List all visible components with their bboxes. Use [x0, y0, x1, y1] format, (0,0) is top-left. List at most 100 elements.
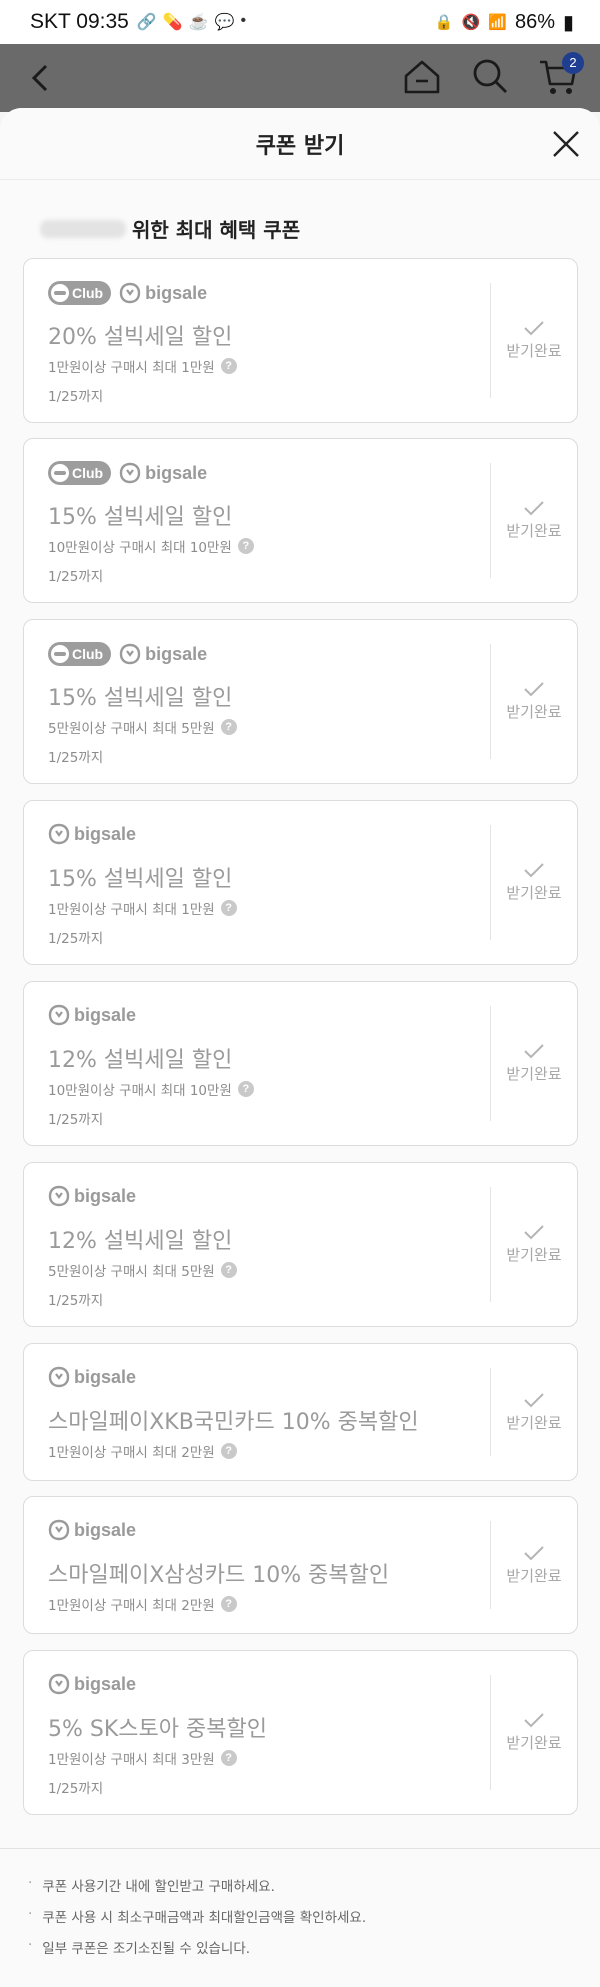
coupon-badges: bigsale: [48, 1185, 136, 1207]
coupon-download-area[interactable]: 받기완료: [491, 1651, 577, 1814]
modal-header: 쿠폰 받기: [0, 108, 600, 180]
question-icon[interactable]: ?: [220, 719, 237, 735]
coupon-info: Club bigsale 15% 설빅세일 할인 5만원이상 구매시 최대 5만…: [24, 620, 487, 783]
coupon-status: 받기완료: [506, 1246, 562, 1264]
coupon-modal: 쿠폰 받기 위한 최대 혜택 쿠폰 Club bigsale 20% 설빅세일 …: [0, 108, 600, 1987]
coupon-status: 받기완료: [506, 342, 562, 360]
coupon-badges: bigsale: [48, 1519, 136, 1541]
coupon-card[interactable]: Club bigsale 20% 설빅세일 할인 1만원이상 구매시 최대 1만…: [23, 258, 578, 423]
coupon-condition: 10만원이상 구매시 최대 10만원 ?: [48, 1079, 254, 1099]
coupon-card[interactable]: bigsale 12% 설빅세일 할인 10만원이상 구매시 최대 10만원 ?…: [23, 981, 578, 1146]
section-title: 위한 최대 혜택 쿠폰: [40, 214, 300, 243]
check-icon: [524, 1225, 544, 1240]
coupon-card[interactable]: bigsale 12% 설빅세일 할인 5만원이상 구매시 최대 5만원 ? 1…: [23, 1162, 578, 1327]
notification-icons: 🔗 💊 ☕ 💬 •: [137, 12, 246, 32]
coupon-card[interactable]: bigsale 5% SK스토아 중복할인 1만원이상 구매시 최대 3만원 ?…: [23, 1650, 578, 1815]
search-icon[interactable]: [468, 54, 512, 98]
bigsale-logo-icon: [48, 1185, 70, 1207]
club-badge: Club: [48, 461, 112, 485]
coupon-condition: 1만원이상 구매시 최대 3만원 ?: [48, 1748, 237, 1768]
signal-icon: 📶: [488, 14, 507, 31]
coupon-download-area[interactable]: 받기완료: [491, 982, 577, 1145]
coupon-condition: 1만원이상 구매시 최대 1만원 ?: [48, 898, 237, 918]
coupon-status: 받기완료: [506, 1734, 562, 1752]
coupon-info: Club bigsale 15% 설빅세일 할인 10만원이상 구매시 최대 1…: [24, 439, 487, 602]
coupon-badges: bigsale: [48, 1004, 136, 1026]
club-badge: Club: [48, 642, 112, 666]
bigsale-logo-icon: [119, 462, 141, 484]
cart-button[interactable]: 2: [536, 52, 584, 98]
coupon-expiry: 1/25까지: [48, 569, 104, 585]
coupon-info: bigsale 12% 설빅세일 할인 10만원이상 구매시 최대 10만원 ?…: [24, 982, 487, 1145]
coupon-condition: 1만원이상 구매시 최대 2만원 ?: [48, 1441, 237, 1461]
question-icon[interactable]: ?: [237, 538, 254, 554]
blurred-user-name: [40, 219, 126, 238]
check-icon: [524, 1392, 544, 1407]
club-badge: Club: [48, 281, 112, 305]
club-logo-icon: [51, 645, 69, 663]
coupon-title: 20% 설빅세일 할인: [48, 325, 233, 350]
bigsale-badge: bigsale: [119, 282, 207, 304]
bigsale-logo-icon: [48, 1519, 70, 1541]
check-icon: [524, 501, 544, 516]
coupon-card[interactable]: bigsale 15% 설빅세일 할인 1만원이상 구매시 최대 1만원 ? 1…: [23, 800, 578, 965]
check-icon: [524, 863, 544, 878]
coupon-card[interactable]: bigsale 스마일페이X삼성카드 10% 중복할인 1만원이상 구매시 최대…: [23, 1496, 578, 1634]
coupon-expiry: 1/25까지: [48, 1293, 104, 1309]
coupon-card[interactable]: bigsale 스마일페이XKB국민카드 10% 중복할인 1만원이상 구매시 …: [23, 1343, 578, 1481]
coupon-download-area[interactable]: 받기완료: [491, 259, 577, 422]
coupon-card[interactable]: Club bigsale 15% 설빅세일 할인 5만원이상 구매시 최대 5만…: [23, 619, 578, 784]
question-icon[interactable]: ?: [220, 1750, 237, 1766]
coupon-download-area[interactable]: 받기완료: [491, 1163, 577, 1326]
question-icon[interactable]: ?: [220, 1596, 237, 1612]
coupon-badges: bigsale: [48, 1673, 136, 1695]
battery-icon: ▮: [562, 11, 574, 34]
question-icon[interactable]: ?: [220, 358, 237, 374]
coupon-info: bigsale 스마일페이XKB국민카드 10% 중복할인 1만원이상 구매시 …: [24, 1344, 487, 1480]
coupon-title: 5% SK스토아 중복할인: [48, 1717, 267, 1742]
coupon-info: Club bigsale 20% 설빅세일 할인 1만원이상 구매시 최대 1만…: [24, 259, 487, 422]
question-icon[interactable]: ?: [237, 1081, 254, 1097]
coupon-expiry: 1/25까지: [48, 750, 104, 766]
coupon-download-area[interactable]: 받기완료: [491, 801, 577, 964]
coupon-condition: 5만원이상 구매시 최대 5만원 ?: [48, 1260, 237, 1280]
bigsale-badge: bigsale: [48, 1673, 136, 1695]
coupon-badges: Club bigsale: [48, 642, 207, 666]
bigsale-badge: bigsale: [48, 1004, 136, 1026]
question-icon[interactable]: ?: [220, 1262, 237, 1278]
coupon-expiry: 1/25까지: [48, 1781, 104, 1797]
coupon-badges: Club bigsale: [48, 461, 207, 485]
question-icon[interactable]: ?: [220, 1443, 237, 1459]
chat-icon: 💬: [214, 14, 235, 31]
notice-list: · 쿠폰 사용기간 내에 할인받고 구매하세요. · 쿠폰 사용 시 최소구매금액과…: [0, 1848, 600, 1968]
chevron-left-icon[interactable]: [22, 58, 62, 98]
coupon-title: 15% 설빅세일 할인: [48, 505, 233, 530]
section-title-text: 위한 최대 혜택 쿠폰: [132, 218, 301, 242]
coupon-expiry: 1/25까지: [48, 1112, 104, 1128]
bigsale-logo-icon: [48, 1004, 70, 1026]
coffee-icon: ☕: [188, 14, 209, 31]
coupon-title: 12% 설빅세일 할인: [48, 1048, 233, 1073]
bigsale-badge: bigsale: [48, 1185, 136, 1207]
coupon-title: 스마일페이X삼성카드 10% 중복할인: [48, 1563, 390, 1588]
coupon-download-area[interactable]: 받기완료: [491, 439, 577, 602]
coupon-download-area[interactable]: 받기완료: [491, 620, 577, 783]
status-time: SKT 09:35: [30, 10, 129, 33]
bigsale-badge: bigsale: [48, 823, 136, 845]
coupon-condition: 1만원이상 구매시 최대 1만원 ?: [48, 356, 237, 376]
coupon-status: 받기완료: [506, 522, 562, 540]
mute-icon: 🔇: [461, 14, 481, 31]
bigsale-badge: bigsale: [48, 1366, 136, 1388]
bigsale-badge: bigsale: [48, 1519, 136, 1541]
home-icon[interactable]: [400, 54, 444, 98]
coupon-download-area[interactable]: 받기완료: [491, 1497, 577, 1633]
coupon-card[interactable]: Club bigsale 15% 설빅세일 할인 10만원이상 구매시 최대 1…: [23, 438, 578, 603]
coupon-status: 받기완료: [506, 1566, 562, 1585]
coupon-title: 스마일페이XKB국민카드 10% 중복할인: [48, 1410, 419, 1435]
question-icon[interactable]: ?: [220, 900, 237, 916]
coupon-download-area[interactable]: 받기완료: [491, 1344, 577, 1480]
bigsale-logo-icon: [119, 643, 141, 665]
coupon-expiry: 1/25까지: [48, 931, 104, 947]
notice-item: · 일부 쿠폰은 조기소진될 수 있습니다.: [28, 1937, 251, 1957]
close-icon[interactable]: [550, 128, 582, 160]
